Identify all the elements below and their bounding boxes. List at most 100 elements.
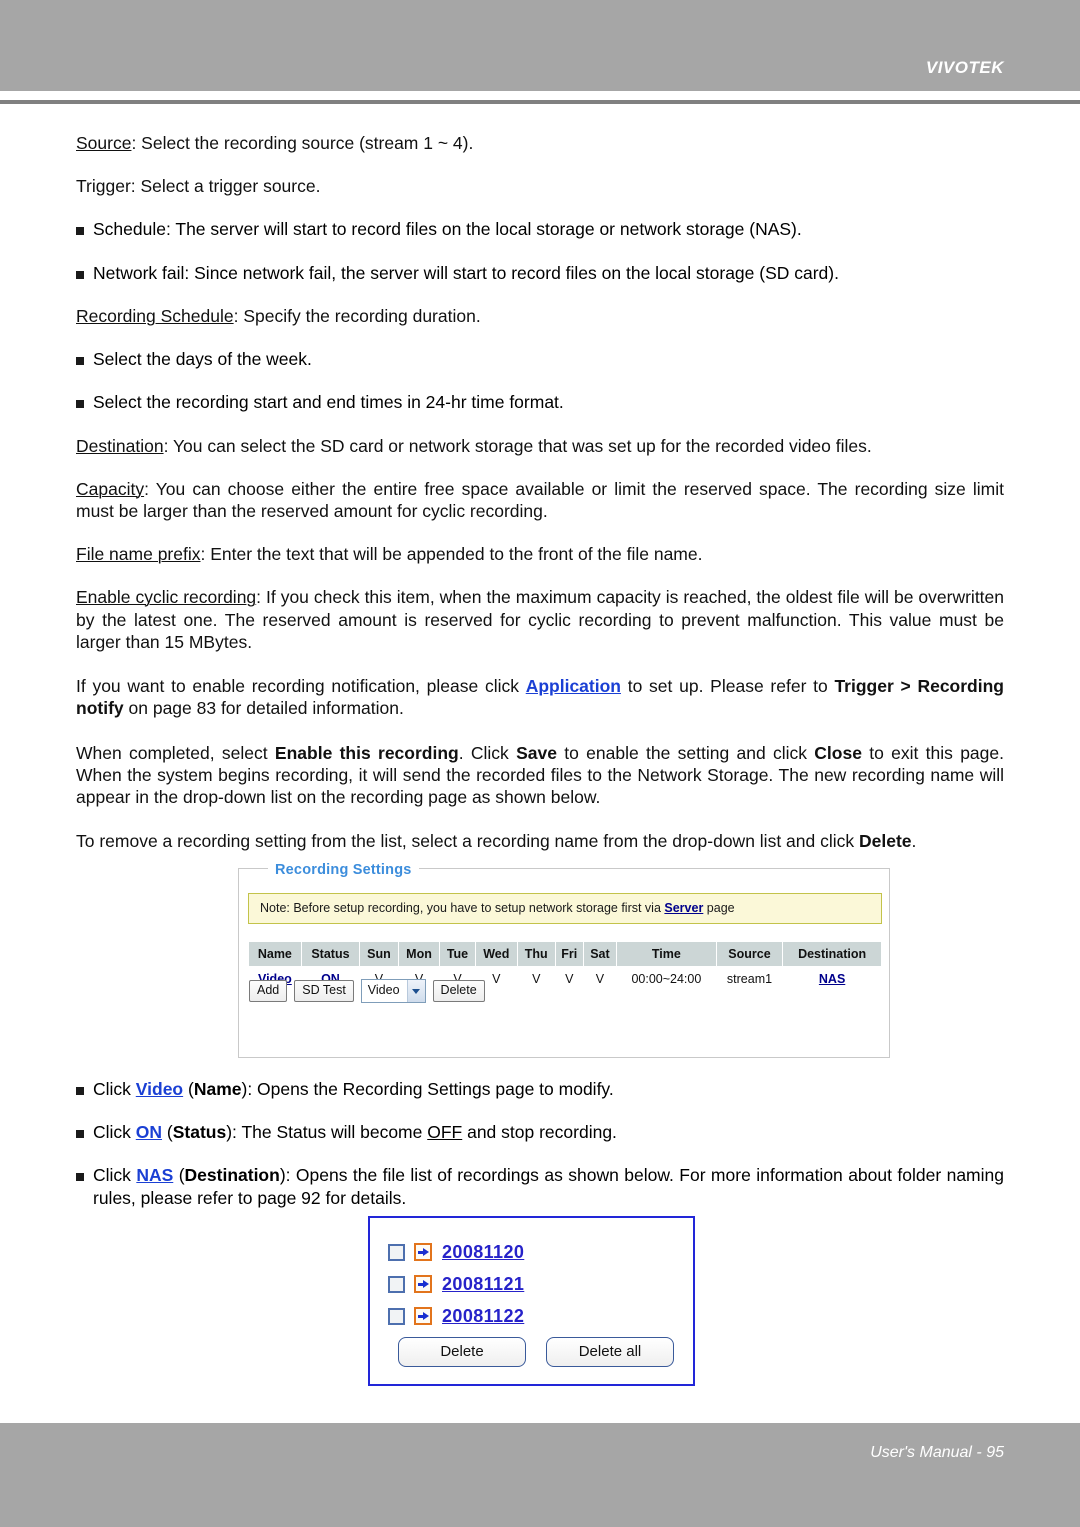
remove-text-a: To remove a recording setting from the l… [76, 831, 859, 852]
video-link[interactable]: Video [136, 1079, 183, 1099]
b3-text-b: ( [173, 1165, 185, 1186]
paragraph-file-name-prefix: File name prefix: Enter the text that wi… [76, 543, 1004, 565]
col-wed: Wed [474, 941, 518, 967]
folder-arrow-icon [414, 1243, 432, 1261]
paragraph-trigger: Trigger: Select a trigger source. [76, 176, 321, 197]
header-divider-rule [0, 100, 1080, 104]
cell-destination[interactable]: NAS [782, 966, 882, 991]
square-bullet-icon [76, 270, 84, 279]
page-header-band [0, 0, 1080, 91]
cell-thu: V [517, 966, 556, 991]
square-bullet-icon [76, 1173, 84, 1182]
document-body: Source: Select the recording source (str… [76, 132, 1004, 852]
source-text: : Select the recording source (stream 1 … [131, 133, 474, 153]
sd-test-button[interactable]: SD Test [294, 980, 354, 1002]
notification-text-b: to set up. Please refer to [620, 676, 835, 697]
file-checkbox[interactable] [388, 1307, 405, 1325]
file-name-prefix-text: : Enter the text that will be appended t… [200, 544, 703, 565]
list-item[interactable]: 20081121 [388, 1268, 524, 1300]
bullet-network-fail: Network fail: Since network fail, the se… [76, 262, 1004, 284]
cell-sat: V [583, 966, 617, 991]
bullet-select-days: Select the days of the week. [76, 348, 1004, 370]
bottom-bullet-list: Click Video (Name): Opens the Recording … [76, 1078, 1004, 1209]
chevron-down-icon[interactable] [406, 980, 425, 1002]
paragraph-when-completed: When completed, select Enable this recor… [76, 742, 1004, 809]
square-bullet-icon [76, 357, 84, 366]
b2-text-b: ( [162, 1122, 173, 1143]
panel-button-row: Add SD Test Video Delete [249, 979, 485, 1003]
on-link[interactable]: ON [136, 1122, 162, 1142]
file-checkbox[interactable] [388, 1275, 405, 1293]
status-bold: Status [172, 1122, 227, 1143]
add-button[interactable]: Add [249, 980, 288, 1002]
list-item[interactable]: 20081122 [388, 1300, 524, 1332]
bullet-click-nas-text: Click NAS (Destination): Opens the file … [93, 1164, 1004, 1208]
b1-text-c: ): Opens the Recording Settings page to … [241, 1079, 614, 1099]
bullet-click-video-text: Click Video (Name): Opens the Recording … [93, 1078, 1004, 1100]
bullet-click-on-text: Click ON (Status): The Status will becom… [93, 1121, 1004, 1143]
list-item[interactable]: 20081120 [388, 1236, 524, 1268]
file-checkbox[interactable] [388, 1243, 405, 1261]
paragraph-recording-schedule: Recording Schedule: Specify the recordin… [76, 305, 1004, 327]
nas-link[interactable]: NAS [136, 1165, 173, 1185]
capacity-term: Capacity [76, 478, 145, 499]
col-sun: Sun [359, 941, 399, 967]
file-link[interactable]: 20081122 [442, 1306, 524, 1327]
bullet-schedule: Schedule: The server will start to recor… [76, 218, 1004, 240]
server-link[interactable]: Server [664, 901, 703, 915]
file-link[interactable]: 20081120 [442, 1242, 524, 1263]
delete-all-files-button[interactable]: Delete all [546, 1337, 674, 1367]
file-list-button-row: Delete Delete all [398, 1337, 674, 1367]
paragraph-source: Source: Select the recording source (str… [76, 132, 1004, 154]
footer-page-label: User's Manual - 95 [870, 1444, 1004, 1461]
delete-files-button[interactable]: Delete [398, 1337, 526, 1367]
b1-text-b: ( [183, 1079, 194, 1099]
table-header-row: Name Status Sun Mon Tue Wed Thu Fri Sat … [248, 941, 882, 967]
note-text-a: Note: Before setup recording, you have t… [260, 901, 665, 915]
paragraph-notification: If you want to enable recording notifica… [76, 675, 1004, 719]
capacity-text: : You can choose either the entire free … [76, 478, 1004, 521]
col-fri: Fri [554, 941, 584, 967]
file-name-prefix-term: File name prefix [76, 544, 201, 565]
nas-destination-link[interactable]: NAS [819, 972, 845, 986]
page-footer-band [0, 1423, 1080, 1527]
folder-arrow-icon [414, 1307, 432, 1325]
b2-text-a: Click [93, 1122, 136, 1143]
remove-text-c: . [911, 831, 917, 852]
destination-text: : You can select the SD card or network … [163, 435, 872, 456]
cell-time: 00:00~24:00 [616, 966, 717, 991]
col-name: Name [248, 941, 302, 967]
paragraph-cyclic-recording: Enable cyclic recording: If you check th… [76, 586, 1004, 653]
note-text-b: page [703, 901, 735, 915]
recording-select[interactable]: Video [360, 979, 426, 1003]
bullet-select-times: Select the recording start and end times… [76, 391, 1004, 413]
delete-bold: Delete [859, 831, 912, 852]
paragraph-destination: Destination: You can select the SD card … [76, 435, 1004, 457]
bullet-click-video: Click Video (Name): Opens the Recording … [76, 1078, 1004, 1100]
notification-text-a: If you want to enable recording notifica… [76, 676, 526, 697]
bullet-click-nas: Click NAS (Destination): Opens the file … [76, 1164, 1004, 1208]
off-underlined: OFF [427, 1122, 463, 1143]
source-term: Source [76, 133, 132, 153]
delete-button[interactable]: Delete [432, 980, 485, 1002]
col-destination: Destination [782, 941, 882, 967]
square-bullet-icon [76, 227, 84, 236]
square-bullet-icon [76, 400, 84, 409]
col-status: Status [300, 941, 361, 967]
recording-schedule-term: Recording Schedule [76, 305, 234, 326]
col-time: Time [615, 941, 717, 967]
square-bullet-icon [76, 1087, 84, 1095]
application-link[interactable]: Application [526, 676, 621, 696]
bullet-network-fail-text: Network fail: Since network fail, the se… [93, 262, 839, 283]
close-bold: Close [814, 742, 862, 763]
b1-text-a: Click [93, 1079, 136, 1099]
b2-text-c: ): The Status will become [226, 1122, 428, 1143]
cyclic-recording-term: Enable cyclic recording [76, 587, 257, 608]
col-thu: Thu [516, 941, 556, 967]
recording-settings-legend: Recording Settings [268, 862, 419, 878]
save-bold: Save [516, 742, 557, 763]
file-link[interactable]: 20081121 [442, 1274, 524, 1295]
destination-bold: Destination [184, 1165, 280, 1186]
paragraph-to-remove: To remove a recording setting from the l… [76, 830, 1004, 852]
col-mon: Mon [397, 941, 441, 967]
